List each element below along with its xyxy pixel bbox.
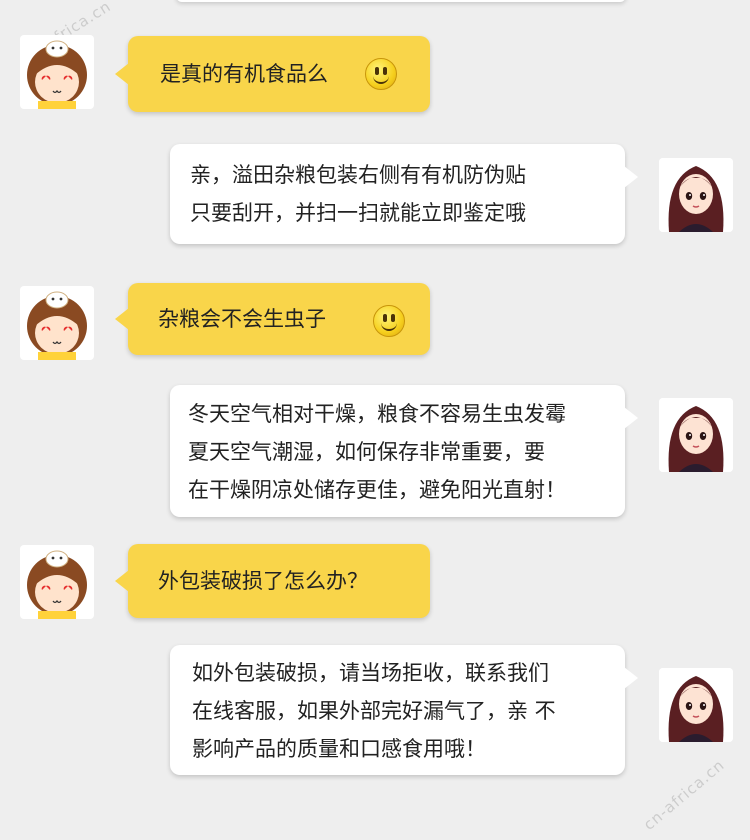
- message-text-line: 亲，溢田杂粮包装右侧有有机防伪贴: [190, 163, 526, 187]
- agent-avatar: [659, 668, 733, 742]
- customer-message-bubble: 是真的有机食品么: [115, 36, 430, 112]
- agent-avatar: [659, 158, 733, 232]
- girl-heart-eyes-icon: [27, 40, 87, 109]
- girl-heart-eyes-icon: [27, 291, 87, 360]
- message-text-line: 只要刮开，并扫一扫就能立即鉴定哦: [190, 201, 526, 225]
- message-text-line: 冬天空气相对干燥，粮食不容易生虫发霉: [188, 402, 566, 426]
- smiley-icon: [365, 58, 397, 90]
- agent-message-bubble: 亲，溢田杂粮包装右侧有有机防伪贴 只要刮开，并扫一扫就能立即鉴定哦: [170, 144, 638, 244]
- girl-heart-eyes-icon: [27, 550, 87, 619]
- message-text-line: 如外包装破损，请当场拒收，联系我们: [192, 661, 549, 685]
- message-text: 外包装破损了怎么办？: [158, 569, 368, 593]
- bubble-tail: [624, 166, 638, 188]
- agent-message-bubble: 冬天空气相对干燥，粮食不容易生虫发霉 夏天空气潮湿，如何保存非常重要，要 在干燥…: [170, 385, 638, 517]
- agent-avatar: [659, 398, 733, 472]
- customer-avatar: [20, 545, 94, 619]
- agent-message-bubble: 如外包装破损，请当场拒收，联系我们 在线客服，如果外部完好漏气了，亲 不 影响产…: [170, 645, 638, 775]
- message-text: 是真的有机食品么: [160, 62, 328, 86]
- chat-screen: cn-africa.cn cn-africa.cn 是真的有机食品么 亲，溢田杂…: [0, 0, 750, 840]
- bubble-tail: [624, 407, 638, 429]
- customer-avatar: [20, 35, 94, 109]
- message-text-line: 在线客服，如果外部完好漏气了，亲 不: [192, 699, 556, 723]
- girl-agent-icon: [659, 398, 733, 472]
- bubble-tail: [624, 667, 638, 689]
- watermark-bottom: cn-africa.cn: [640, 755, 729, 834]
- customer-message-bubble: 外包装破损了怎么办？: [115, 544, 430, 618]
- customer-message-bubble: 杂粮会不会生虫子: [115, 283, 430, 355]
- girl-agent-icon: [659, 158, 733, 232]
- girl-agent-icon: [659, 668, 733, 742]
- message-text: 杂粮会不会生虫子: [158, 307, 326, 331]
- previous-message-bubble-edge: [176, 0, 626, 2]
- bubble-tail: [115, 308, 129, 330]
- message-text-line: 夏天空气潮湿，如何保存非常重要，要: [188, 440, 545, 464]
- message-text-line: 在干燥阴凉处储存更佳，避免阳光直射！: [188, 478, 566, 502]
- bubble-tail: [115, 570, 129, 592]
- customer-avatar: [20, 286, 94, 360]
- bubble-tail: [115, 63, 129, 85]
- smiley-icon: [373, 305, 405, 337]
- message-text-line: 影响产品的质量和口感食用哦！: [192, 737, 486, 761]
